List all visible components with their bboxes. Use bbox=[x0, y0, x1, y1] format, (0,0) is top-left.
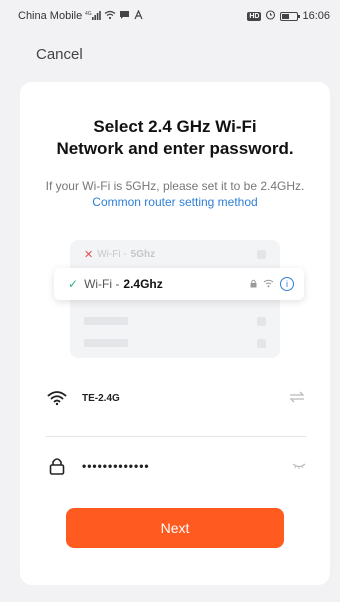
title-line-1: Select 2.4 GHz Wi-Fi bbox=[93, 117, 257, 136]
small-lock-icon bbox=[250, 279, 257, 290]
battery-level bbox=[282, 13, 289, 19]
hd-badge: HD bbox=[247, 11, 262, 21]
clock-time: 16:06 bbox=[302, 10, 330, 22]
placeholder-square bbox=[257, 250, 266, 259]
wifi-5g-row: ✕ Wi-Fi - 5Ghz bbox=[84, 248, 155, 261]
cross-icon: ✕ bbox=[84, 249, 94, 261]
router-setting-link[interactable]: Common router setting method bbox=[92, 195, 257, 209]
placeholder-square bbox=[257, 339, 266, 348]
alarm-icon bbox=[265, 9, 276, 23]
cancel-button[interactable]: Cancel bbox=[36, 46, 83, 63]
status-right: HD 16:06 bbox=[247, 9, 330, 23]
chat-bubble-icon bbox=[119, 10, 130, 23]
placeholder-bar bbox=[84, 317, 128, 325]
status-bar: China Mobile 4G HD 16:06 bbox=[0, 0, 340, 32]
page-title: Select 2.4 GHz Wi-Fi Network and enter p… bbox=[20, 116, 330, 160]
ssid-value[interactable]: TE-2.4G bbox=[82, 393, 120, 404]
status-left: China Mobile 4G bbox=[18, 9, 144, 23]
eye-closed-icon[interactable] bbox=[292, 459, 306, 473]
lock-icon bbox=[46, 457, 68, 475]
subtitle-text: If your Wi-Fi is 5GHz, please set it to … bbox=[45, 179, 305, 193]
placeholder-bar bbox=[84, 339, 128, 347]
password-field[interactable]: ••••••••••••• bbox=[46, 446, 306, 486]
signal-icon: 4G bbox=[85, 10, 102, 23]
password-value[interactable]: ••••••••••••• bbox=[82, 459, 150, 473]
placeholder-square bbox=[257, 317, 266, 326]
carrier-name: China Mobile bbox=[18, 10, 83, 22]
notification-icon bbox=[133, 9, 144, 23]
swap-icon[interactable] bbox=[288, 391, 306, 406]
wifi-24g-row: ✓ Wi-Fi - 2.4Ghz i bbox=[54, 268, 304, 300]
wifi-24g-icons: i bbox=[250, 277, 294, 291]
wifi-24g-prefix: Wi-Fi - bbox=[84, 277, 120, 291]
wifi-24g-band: 2.4Ghz bbox=[123, 277, 163, 291]
wifi-5g-prefix: Wi-Fi - bbox=[97, 249, 127, 260]
next-button[interactable]: Next bbox=[66, 508, 284, 548]
check-icon: ✓ bbox=[68, 277, 79, 291]
subtitle: If your Wi-Fi is 5GHz, please set it to … bbox=[44, 178, 306, 210]
battery-icon bbox=[280, 11, 301, 21]
wifi-setup-card: Select 2.4 GHz Wi-Fi Network and enter p… bbox=[20, 82, 330, 585]
small-wifi-icon bbox=[263, 279, 274, 290]
svg-text:4G: 4G bbox=[85, 11, 92, 17]
ssid-field[interactable]: TE-2.4G bbox=[46, 378, 306, 418]
info-icon: i bbox=[280, 277, 294, 291]
wifi-5g-band: 5Ghz bbox=[130, 249, 156, 260]
wifi-status-icon bbox=[104, 10, 116, 23]
wifi-icon bbox=[46, 390, 68, 406]
divider bbox=[46, 436, 306, 437]
title-line-2: Network and enter password. bbox=[56, 139, 294, 158]
